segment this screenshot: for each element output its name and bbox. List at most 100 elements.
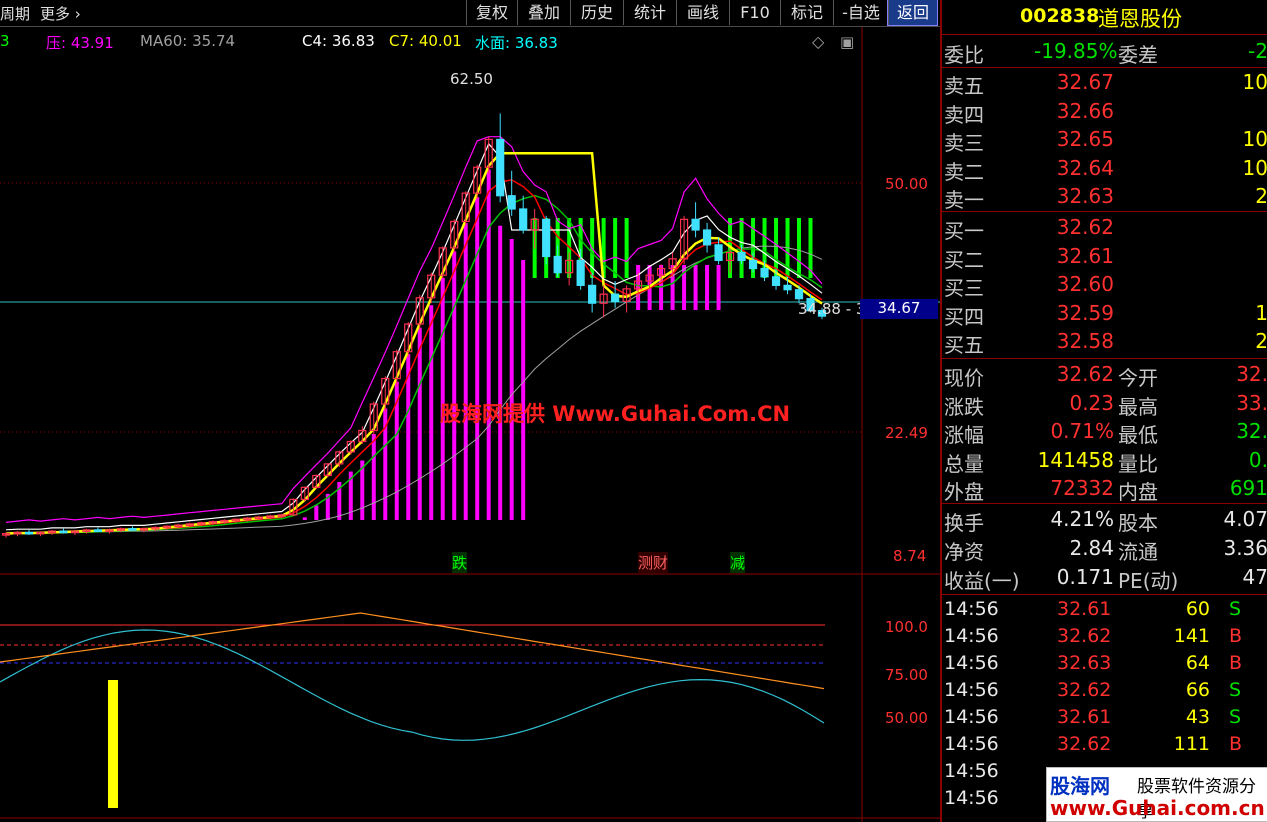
tick-price: 32.63: [1057, 652, 1112, 674]
candle-body: [507, 195, 516, 210]
weibi-label: 委比: [944, 43, 984, 67]
candle-body: [702, 229, 712, 246]
ask-price: 32.63: [1056, 184, 1114, 208]
stat-row: 总量 141458 量比 0.: [942, 447, 1267, 476]
ask-price: 32.64: [1056, 155, 1114, 180]
histogram-bar: [302, 517, 307, 520]
ask-row: 卖一 32.63 2: [942, 183, 1267, 212]
signal-label: 跌: [452, 552, 468, 573]
histogram-bar: [371, 434, 376, 520]
tick-time: 14:56: [944, 760, 999, 782]
quote-panel: 002838 道恩股份 委比 -19.85% 委差 -2 卖五 32.67 10 卖四…: [940, 0, 1267, 822]
stat-label: 总量: [944, 451, 984, 476]
fundamental-value: 4.07: [1223, 507, 1267, 531]
histogram-bar: [716, 265, 721, 310]
bid-price: 32.60: [1056, 272, 1114, 296]
fundamental-value: 4.21%: [1050, 507, 1114, 531]
period-menu[interactable]: 周期: [0, 3, 30, 24]
oscillator-orange-line: [0, 612, 825, 690]
back-button[interactable]: 返回: [887, 0, 938, 26]
tick-side: S: [1229, 598, 1242, 620]
fundamental-row: 收益(一) 0.171 PE(动) 47: [942, 564, 1267, 593]
histogram-bar: [509, 238, 514, 520]
more-menu[interactable]: 更多 ›: [40, 3, 81, 24]
ask-label: 卖一: [944, 188, 984, 212]
tick-volume: 111: [1173, 733, 1210, 755]
top-toolbar: 周期 更多 › 复权 叠加 历史 统计 画线 F10 标记 -自选 返回: [0, 0, 940, 27]
candle-body: [748, 259, 758, 270]
candle-body: [519, 208, 528, 231]
tick-volume: 43: [1185, 706, 1210, 728]
tick-volume: 64: [1185, 652, 1210, 674]
histogram-bar: [417, 327, 422, 520]
high-price-label: 62.50: [450, 70, 493, 88]
histogram-bar: [314, 505, 319, 520]
c7-line: [5, 152, 823, 535]
bid-row: 买二 32.61: [942, 243, 1267, 272]
signal-label: 减: [730, 552, 746, 573]
tick-row: 14:56 32.62 66 S: [942, 678, 1267, 705]
stat-row: 涨跌 0.23 最高 33.: [942, 390, 1267, 419]
mark-button[interactable]: 标记: [780, 0, 833, 25]
fundamental-value: 3.36: [1223, 536, 1267, 560]
histogram-bar: [624, 218, 629, 278]
ask-price: 32.66: [1056, 98, 1114, 123]
bid-price: 32.59: [1056, 300, 1114, 325]
stat-label: 涨跌: [944, 394, 984, 419]
bid-label: 买二: [944, 247, 984, 272]
oscillator-signal-bar: [108, 680, 118, 808]
draw-line-button[interactable]: 画线: [676, 0, 729, 25]
tick-row: 14:56 32.61 60 S: [942, 597, 1267, 624]
tick-time: 14:56: [944, 679, 999, 701]
stat-row: 涨幅 0.71% 最低 32.: [942, 418, 1267, 447]
stock-name: 道恩股份: [1098, 7, 1182, 31]
tick-time: 14:56: [944, 787, 999, 809]
bid-row: 买五 32.58 2: [942, 328, 1267, 357]
ask-volume: 10: [1242, 127, 1267, 151]
f10-button[interactable]: F10: [729, 0, 780, 25]
bid-row: 买三 32.60: [942, 271, 1267, 300]
current-price-tag: 34.67: [860, 299, 938, 319]
fuquan-button[interactable]: 复权: [466, 0, 517, 25]
ask-row: 卖三 32.65 10: [942, 126, 1267, 155]
bid-price: 32.61: [1056, 243, 1114, 268]
history-button[interactable]: 历史: [570, 0, 623, 25]
ask-volume: 2: [1255, 184, 1267, 208]
histogram-bar: [521, 260, 526, 520]
remove-watchlist-button[interactable]: -自选: [833, 0, 888, 25]
histogram-bar: [463, 223, 468, 521]
tick-time: 14:56: [944, 598, 999, 620]
bid-label: 买四: [944, 304, 984, 329]
candle-body: [794, 289, 804, 300]
fundamental-row: 换手 4.21% 股本 4.07: [942, 506, 1267, 535]
stat-row: 现价 32.62 今开 32.: [942, 361, 1267, 390]
statistics-button[interactable]: 统计: [623, 0, 676, 25]
histogram-bar: [705, 265, 710, 310]
signal-label: 测财: [638, 552, 669, 573]
chart-watermark: 股海网提供 Www.Guhai.Com.CN: [440, 402, 791, 426]
fundamental-value: 47: [1242, 565, 1267, 589]
tick-side: S: [1229, 706, 1242, 728]
site-watermark-box: 股海网 股票软件资源分享 www.Guhai.com.cn: [1046, 767, 1267, 822]
overlay-button[interactable]: 叠加: [517, 0, 570, 25]
tick-volume: 141: [1173, 625, 1210, 647]
tick-price: 32.62: [1057, 625, 1112, 647]
stat-value: 0.23: [1069, 390, 1114, 415]
candle-body: [771, 276, 781, 286]
stat-value: 33.: [1236, 390, 1267, 415]
stat-label: 量比: [1118, 451, 1158, 476]
bid-price: 32.58: [1056, 329, 1114, 353]
tick-price: 32.62: [1057, 733, 1112, 755]
fundamental-label: 流通: [1118, 540, 1158, 564]
candle-body: [576, 259, 585, 286]
tick-price: 32.61: [1057, 706, 1112, 728]
candle-body: [128, 528, 137, 531]
tick-side: S: [1229, 679, 1242, 701]
candle-body: [588, 284, 597, 304]
stat-value: 32.62: [1056, 362, 1114, 386]
histogram-bar: [613, 218, 618, 278]
tick-price: 32.62: [1057, 679, 1112, 701]
stock-code: 002838: [1020, 5, 1100, 27]
candle-body: [542, 218, 551, 258]
stat-value: 0.71%: [1050, 419, 1114, 443]
